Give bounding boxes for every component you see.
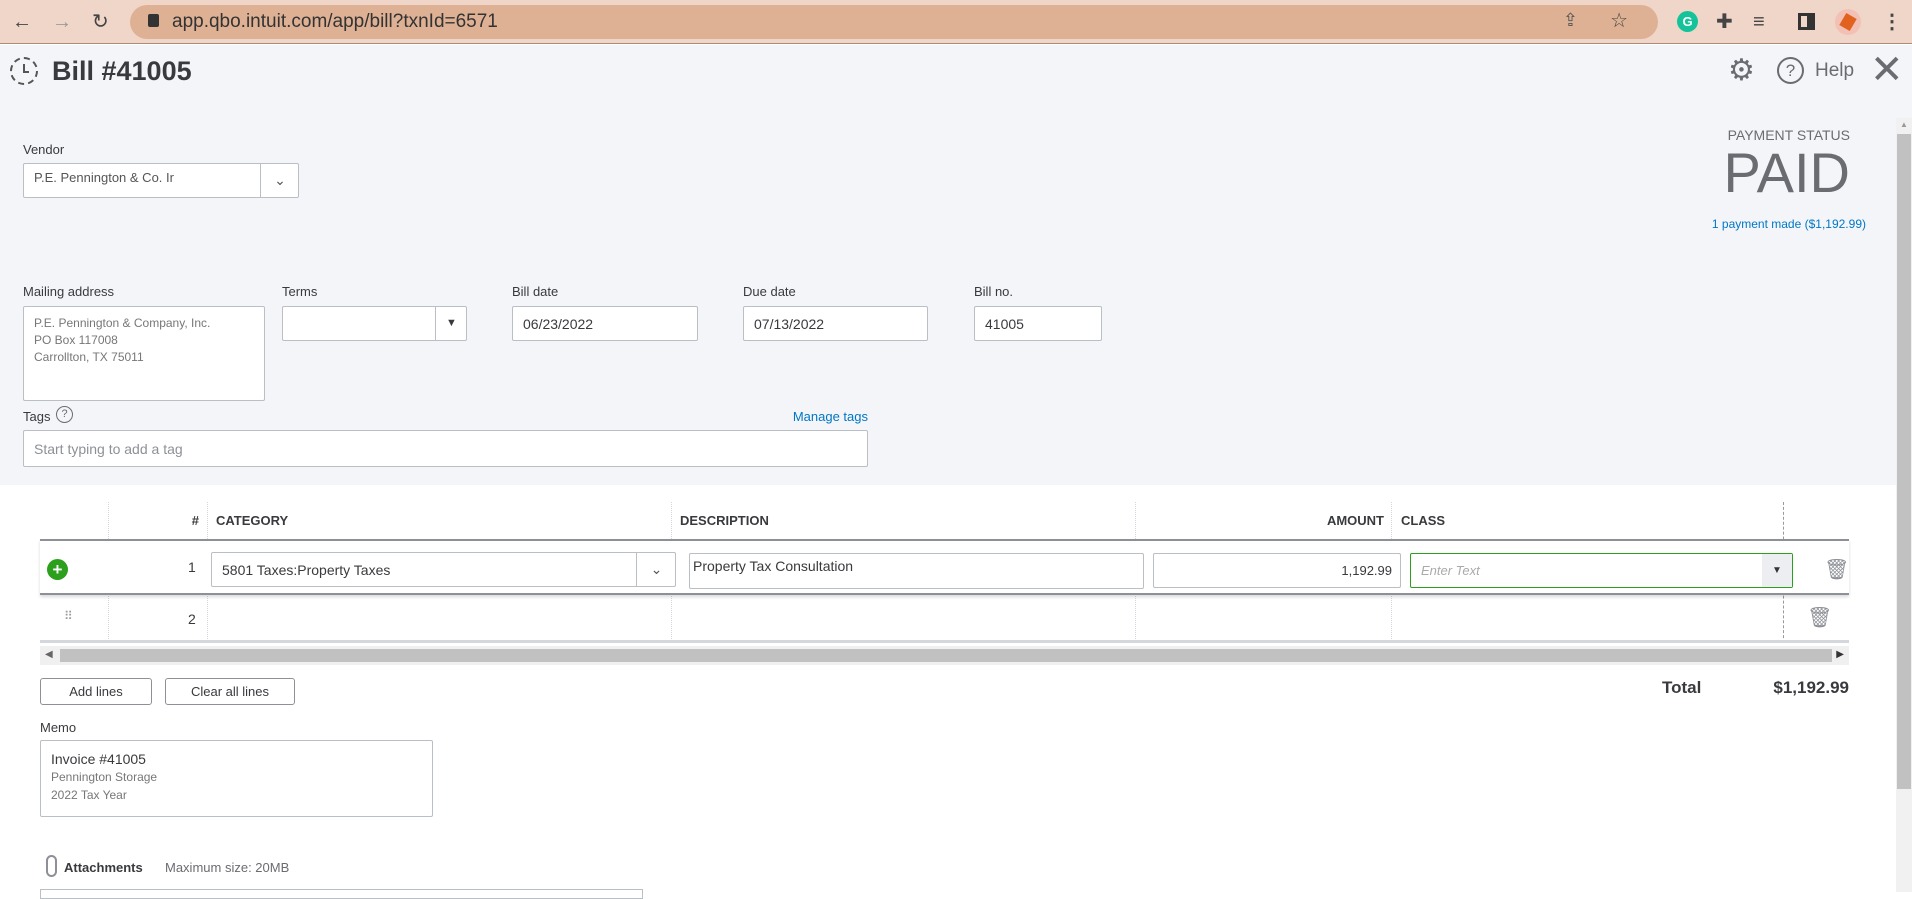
mailing-address-label: Mailing address — [23, 284, 115, 299]
side-panel-icon[interactable] — [1798, 13, 1815, 30]
delete-line-icon[interactable]: 🗑 — [1807, 605, 1832, 630]
bill-no-input[interactable]: 41005 — [974, 306, 1102, 341]
col-header-class: CLASS — [1401, 513, 1446, 528]
category-value: 5801 Taxes:Property Taxes — [222, 561, 391, 578]
attachments-max-size: Maximum size: 20MB — [165, 860, 290, 875]
scrollbar-thumb[interactable] — [1897, 134, 1911, 789]
star-icon[interactable]: ☆ — [1610, 8, 1628, 33]
chevron-down-icon[interactable]: ⌄ — [260, 164, 298, 197]
tags-label: Tags — [23, 409, 51, 424]
page-vertical-scrollbar[interactable]: ▲ — [1896, 118, 1912, 892]
scroll-up-icon[interactable]: ▲ — [1900, 120, 1908, 129]
total-value: $1,192.99 — [1773, 678, 1849, 697]
extensions-icon[interactable]: ✚ — [1716, 8, 1733, 36]
col-header-category: CATEGORY — [216, 513, 289, 528]
history-icon[interactable] — [10, 57, 38, 85]
media-icon[interactable]: ≡ — [1753, 8, 1765, 36]
reload-icon[interactable]: ↻ — [92, 8, 109, 36]
help-icon[interactable]: ? — [1777, 57, 1804, 84]
table-row[interactable]: + 1 5801 Taxes:Property Taxes ⌄ Property… — [40, 539, 1849, 595]
url-text[interactable]: app.qbo.intuit.com/app/bill?txnId=6571 — [172, 11, 498, 33]
address-line: PO Box 117008 — [34, 333, 118, 347]
payment-status: PAID — [1723, 141, 1850, 204]
browser-toolbar: ← → ↻ app.qbo.intuit.com/app/bill?txnId=… — [0, 0, 1912, 44]
dropdown-arrow-icon[interactable]: ▼ — [435, 307, 467, 340]
mailing-address-field[interactable]: P.E. Pennington & Company, Inc. PO Box 1… — [23, 306, 265, 401]
row-number: 2 — [188, 611, 196, 627]
table-horizontal-scrollbar[interactable]: ◀ ▶ — [40, 646, 1849, 665]
payments-made-link[interactable]: 1 payment made ($1,192.99) — [1712, 217, 1866, 231]
amount-input[interactable]: 1,192.99 — [1153, 553, 1401, 588]
memo-label: Memo — [40, 720, 77, 735]
add-lines-button[interactable]: Add lines — [40, 678, 152, 705]
scroll-left-icon[interactable]: ◀ — [45, 649, 53, 660]
vendor-value: P.E. Pennington & Co. Ir — [34, 170, 174, 185]
col-header-amount: AMOUNT — [1326, 513, 1384, 528]
category-select[interactable]: 5801 Taxes:Property Taxes ⌄ — [211, 552, 676, 587]
close-icon[interactable]: ✕ — [1870, 48, 1904, 92]
col-header-description: DESCRIPTION — [680, 513, 769, 528]
class-select[interactable]: Enter Text ▼ — [1410, 553, 1793, 588]
memo-line: Invoice #41005 — [51, 751, 146, 767]
address-line: P.E. Pennington & Company, Inc. — [34, 316, 211, 330]
manage-tags-link[interactable]: Manage tags — [793, 409, 868, 424]
clear-all-lines-button[interactable]: Clear all lines — [165, 678, 295, 705]
menu-icon[interactable]: ⋮ — [1882, 8, 1902, 36]
vendor-label: Vendor — [23, 142, 65, 157]
bill-form-header-area — [0, 45, 1912, 485]
terms-select[interactable]: ▼ — [282, 306, 467, 341]
memo-field[interactable]: Invoice #41005 Pennington Storage 2022 T… — [40, 740, 433, 817]
delete-line-icon[interactable]: 🗑 — [1824, 557, 1849, 582]
help-link[interactable]: Help — [1815, 60, 1854, 82]
bill-no-label: Bill no. — [974, 284, 1014, 299]
description-input[interactable]: Property Tax Consultation — [689, 553, 1144, 589]
add-line-icon[interactable]: + — [47, 559, 68, 580]
address-line: Carrollton, TX 75011 — [34, 350, 144, 364]
drag-handle-icon[interactable]: ⠿ — [64, 609, 73, 623]
chevron-down-icon[interactable]: ⌄ — [636, 553, 676, 586]
memo-line: Pennington Storage — [51, 770, 158, 784]
forward-icon[interactable]: → — [52, 8, 72, 36]
due-date-input[interactable]: 07/13/2022 — [743, 306, 928, 341]
row-number: 1 — [188, 559, 196, 575]
back-icon[interactable]: ← — [12, 8, 32, 36]
attachments-dropzone[interactable] — [40, 889, 643, 899]
col-header-num: # — [191, 513, 199, 528]
vendor-select[interactable]: P.E. Pennington & Co. Ir ⌄ — [23, 163, 299, 198]
settings-gear-icon[interactable]: ⚙ — [1728, 53, 1755, 88]
terms-label: Terms — [282, 284, 318, 299]
due-date-label: Due date — [743, 284, 796, 299]
table-row[interactable]: ⠿ 2 🗑 — [40, 595, 1849, 643]
class-placeholder: Enter Text — [1421, 563, 1480, 578]
scroll-right-icon[interactable]: ▶ — [1836, 649, 1844, 660]
bill-date-label: Bill date — [512, 284, 559, 299]
total-label: Total — [1662, 678, 1702, 697]
share-icon[interactable]: ⇪ — [1563, 10, 1578, 31]
tags-input[interactable]: Start typing to add a tag — [23, 430, 868, 467]
profile-avatar[interactable] — [1835, 9, 1861, 35]
scrollbar-thumb[interactable] — [60, 649, 1832, 662]
lock-icon — [148, 14, 159, 27]
attachments-label: Attachments — [64, 860, 143, 875]
bill-date-input[interactable]: 06/23/2022 — [512, 306, 698, 341]
paperclip-icon — [46, 855, 57, 877]
tags-help-icon[interactable]: ? — [56, 406, 73, 423]
grammarly-icon[interactable]: G — [1677, 11, 1698, 32]
address-bar[interactable]: app.qbo.intuit.com/app/bill?txnId=6571 ⇪… — [130, 5, 1658, 39]
page-title: Bill #41005 — [52, 56, 192, 86]
memo-line: 2022 Tax Year — [51, 788, 127, 802]
dropdown-arrow-icon[interactable]: ▼ — [1762, 554, 1792, 587]
